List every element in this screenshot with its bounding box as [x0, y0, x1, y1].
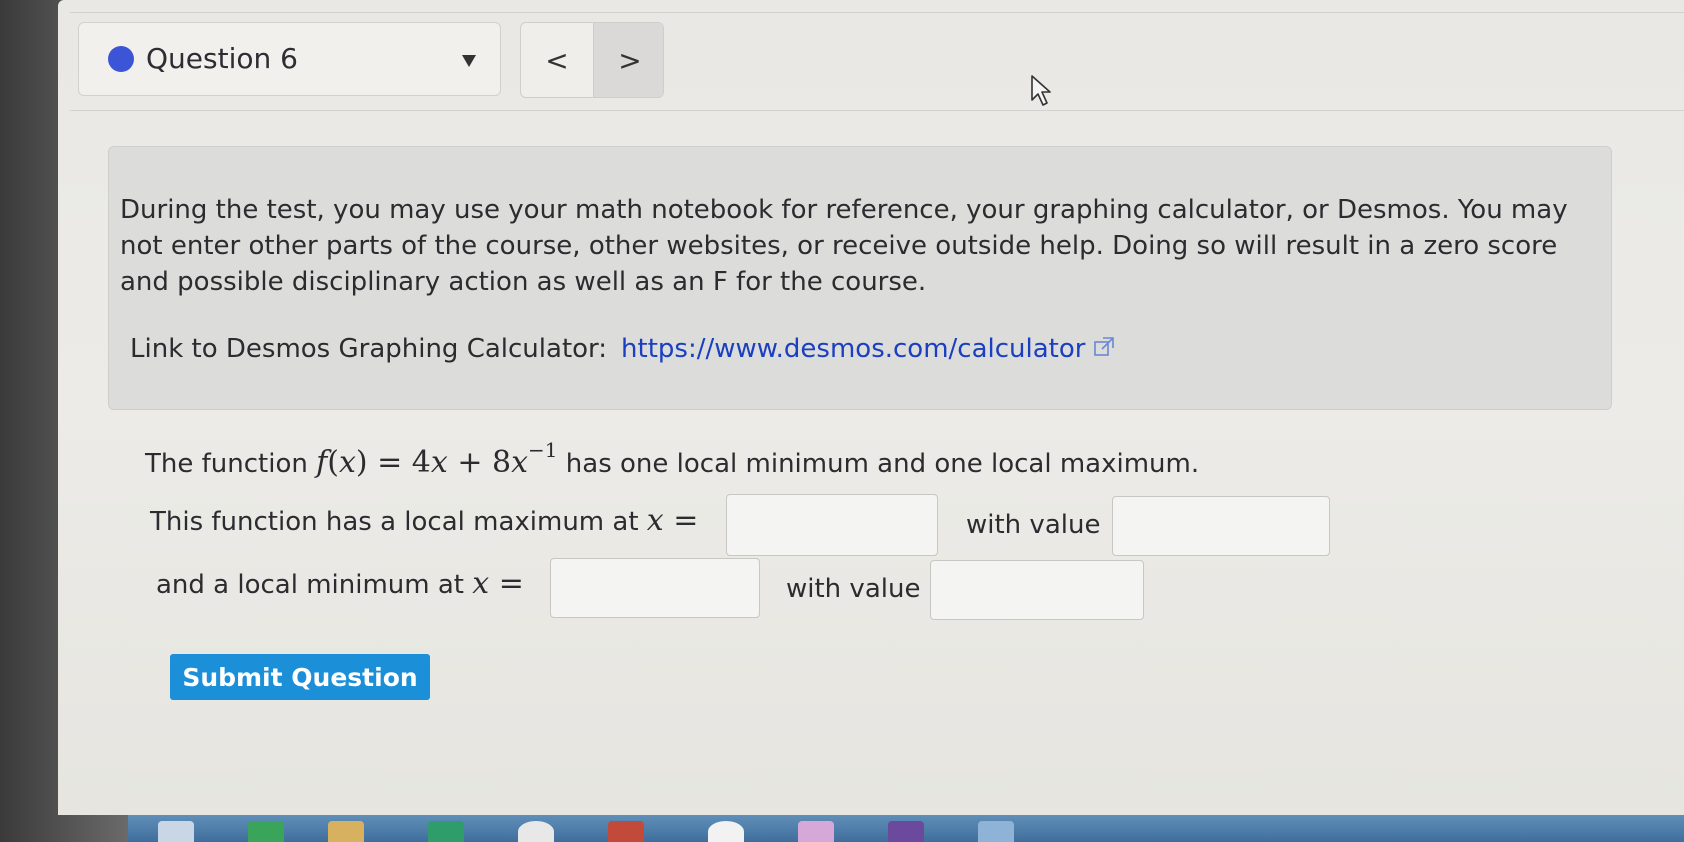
desmos-link-line: Link to Desmos Graphing Calculator: https…	[130, 334, 1115, 365]
coefficient-2: 8	[492, 445, 512, 480]
min-with-value-label: with value	[786, 574, 921, 604]
taskbar-white-app-icon[interactable]	[708, 821, 744, 842]
local-max-label: This function has a local maximum at	[150, 507, 639, 537]
function-variable: x	[338, 445, 356, 480]
taskbar-windows-icon[interactable]	[158, 821, 194, 842]
caret-down-icon[interactable]	[462, 55, 476, 67]
prompt-suffix: has one local minimum and one local maxi…	[565, 449, 1200, 479]
function-expression: f(x) = 4x + 8x−1	[316, 438, 558, 480]
external-link-icon[interactable]	[1093, 335, 1115, 365]
desmos-link-label: Link to Desmos Graphing Calculator:	[130, 334, 608, 364]
local-max-prompt: This function has a local maximum at x =	[150, 503, 698, 538]
taskbar-blue-app-icon[interactable]	[978, 821, 1014, 842]
local-min-label: and a local minimum at	[156, 570, 465, 600]
taskbar-browser-icon[interactable]	[248, 821, 284, 842]
local-max-equals: =	[673, 503, 699, 538]
question-status-dot	[108, 46, 134, 72]
local-min-prompt: and a local minimum at x =	[156, 566, 524, 601]
next-question-button[interactable]: >	[593, 23, 663, 97]
question-nav: < >	[520, 22, 664, 98]
term-1-variable: x	[430, 445, 448, 480]
top-divider	[70, 12, 1684, 13]
local-max-expression: x =	[647, 503, 699, 538]
local-max-x-input[interactable]	[726, 494, 938, 556]
expression-equals: =	[377, 445, 403, 480]
coefficient-1: 4	[411, 445, 431, 480]
question-prompt: The function f(x) = 4x + 8x−1 has one lo…	[145, 438, 1200, 480]
term-2-variable: x	[511, 445, 529, 480]
local-min-expression: x =	[472, 566, 524, 601]
local-max-variable: x	[646, 503, 664, 538]
local-min-variable: x	[472, 566, 490, 601]
local-max-value-input[interactable]	[1112, 496, 1330, 556]
local-min-equals: =	[498, 566, 524, 601]
question-title: Question 6	[146, 42, 298, 75]
test-instructions-text: During the test, you may use your math n…	[120, 195, 1568, 297]
local-min-x-input[interactable]	[550, 558, 760, 618]
previous-question-button[interactable]: <	[521, 23, 593, 97]
taskbar-pink-app-icon[interactable]	[798, 821, 834, 842]
taskbar-circle-app-icon[interactable]	[518, 821, 554, 842]
prompt-intro: The function	[145, 449, 308, 479]
taskbar-app-icon[interactable]	[428, 821, 464, 842]
local-min-value-input[interactable]	[930, 560, 1144, 620]
exponent: −1	[528, 438, 558, 462]
taskbar	[128, 815, 1684, 842]
mouse-cursor-icon	[1030, 74, 1054, 112]
taskbar-red-app-icon[interactable]	[608, 821, 644, 842]
submit-question-button[interactable]: Submit Question	[170, 654, 430, 700]
taskbar-purple-app-icon[interactable]	[888, 821, 924, 842]
desmos-link[interactable]: https://www.desmos.com/calculator	[621, 334, 1085, 364]
max-with-value-label: with value	[966, 510, 1101, 540]
taskbar-folder-icon[interactable]	[328, 821, 364, 842]
function-name: f	[316, 445, 328, 480]
header-divider	[70, 110, 1684, 111]
